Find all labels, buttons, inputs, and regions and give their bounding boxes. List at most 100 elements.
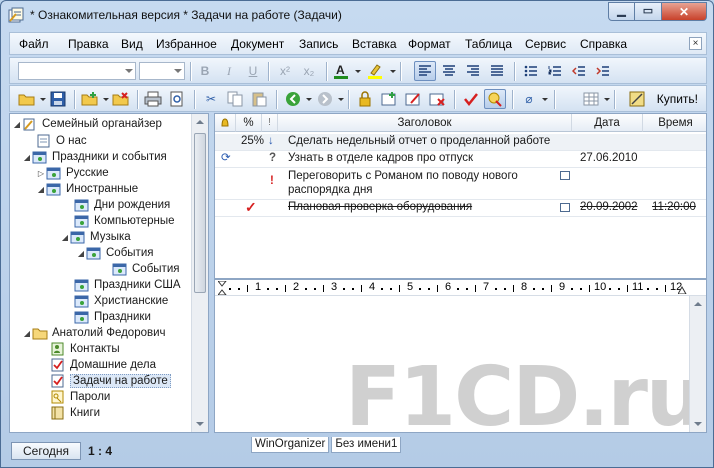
highlight-button[interactable]: [364, 61, 386, 81]
menu-edit[interactable]: Правка: [68, 37, 109, 51]
tree-item-family-organizer[interactable]: ◢ Семейный органайзер: [12, 116, 162, 132]
minimize-button[interactable]: ▁: [608, 2, 635, 21]
menu-insert[interactable]: Вставка: [352, 37, 397, 51]
print-preview-button[interactable]: [166, 89, 188, 109]
attach-button[interactable]: ⌀: [518, 89, 540, 109]
tree-item-holidays-events[interactable]: ◢ Праздники и события: [22, 149, 167, 165]
align-left-button[interactable]: [414, 61, 436, 81]
table-row[interactable]: ✓ Плановая проверка оборудования 20.09.2…: [215, 200, 706, 217]
scroll-down-icon[interactable]: [196, 422, 204, 426]
left-indent-marker-icon[interactable]: [218, 281, 227, 295]
maximize-button[interactable]: ▭: [635, 2, 662, 21]
bold-button[interactable]: B: [194, 61, 216, 81]
tree-item-foreign[interactable]: ◢ Иностранные: [36, 181, 138, 197]
col-percent[interactable]: %: [236, 114, 262, 132]
delete-task-button[interactable]: [426, 89, 448, 109]
back-button[interactable]: [282, 89, 304, 109]
scroll-down-icon[interactable]: [694, 422, 702, 426]
col-date[interactable]: Дата: [572, 114, 643, 132]
bullet-list-button[interactable]: [520, 61, 542, 81]
tree-item-usa-holidays[interactable]: Праздники США: [74, 277, 181, 293]
paste-button[interactable]: [248, 89, 270, 109]
tree-item-anatoly[interactable]: ◢ Анатолий Федорович: [22, 325, 166, 341]
table-row[interactable]: ⟳ ? Узнать в отделе кадров про отпуск 27…: [215, 151, 706, 168]
scroll-up-icon[interactable]: [694, 302, 702, 306]
tree-scrollbar[interactable]: [191, 114, 208, 432]
mark-done-button[interactable]: [460, 89, 482, 109]
indent-button[interactable]: [592, 61, 614, 81]
copy-button[interactable]: [224, 89, 246, 109]
delete-record-button[interactable]: [110, 89, 132, 109]
forward-button[interactable]: [314, 89, 336, 109]
cut-button[interactable]: ✂: [200, 89, 222, 109]
mdi-close-button[interactable]: ×: [689, 37, 702, 50]
print-button[interactable]: [142, 89, 164, 109]
font-size-combo[interactable]: [139, 62, 185, 80]
note-editor[interactable]: 1 2 3 4 5 6 7 8 9 10 11 12 F1CD.ru: [214, 279, 707, 433]
menu-record[interactable]: Запись: [299, 37, 338, 51]
table-row[interactable]: ! Переговорить с Романом по поводу новог…: [215, 168, 706, 200]
collapse-icon[interactable]: ◢: [36, 185, 46, 194]
scroll-thumb[interactable]: [194, 133, 206, 293]
tree-item-birthdays[interactable]: Дни рождения: [74, 197, 170, 213]
close-button[interactable]: ✕: [662, 2, 707, 21]
scroll-up-icon[interactable]: [196, 120, 204, 124]
reminder-button[interactable]: [484, 89, 506, 109]
collapse-icon[interactable]: ◢: [12, 120, 22, 129]
align-justify-button[interactable]: [486, 61, 508, 81]
tree-item-music[interactable]: ◢ Музыка: [60, 229, 131, 245]
col-reminder[interactable]: [215, 114, 236, 132]
collapse-icon[interactable]: ◢: [22, 329, 32, 338]
font-name-combo[interactable]: [18, 62, 136, 80]
tree-item-events[interactable]: ◢ События: [76, 245, 153, 261]
subscript-button[interactable]: x₂: [298, 61, 320, 81]
open-button[interactable]: [16, 89, 38, 109]
lock-button[interactable]: [354, 89, 376, 109]
outdent-button[interactable]: [568, 61, 590, 81]
numbered-list-button[interactable]: [544, 61, 566, 81]
menu-favorites[interactable]: Избранное: [156, 37, 217, 51]
editor-scrollbar[interactable]: [689, 296, 706, 432]
buy-button[interactable]: [626, 89, 648, 109]
collapse-icon[interactable]: ◢: [60, 233, 70, 242]
menu-format[interactable]: Формат: [408, 37, 451, 51]
table-button[interactable]: [580, 89, 602, 109]
tree-item-books[interactable]: Книги: [50, 405, 100, 421]
new-record-button[interactable]: [79, 89, 101, 109]
tree-item-work-tasks[interactable]: Задачи на работе: [50, 373, 171, 389]
edit-task-button[interactable]: [402, 89, 424, 109]
table-row[interactable]: 25% ↓ Сделать недельный отчет о проделан…: [215, 134, 706, 151]
tree-item-contacts[interactable]: Контакты: [50, 341, 120, 357]
col-title[interactable]: Заголовок: [278, 114, 572, 132]
tree-item-computer[interactable]: Компьютерные: [74, 213, 175, 229]
expand-icon[interactable]: ▷: [36, 169, 46, 178]
right-indent-marker-icon[interactable]: [678, 284, 687, 294]
tree-item-about-us[interactable]: О нас: [36, 133, 87, 149]
menu-service[interactable]: Сервис: [525, 37, 566, 51]
menu-table[interactable]: Таблица: [465, 37, 512, 51]
menu-document[interactable]: Документ: [231, 37, 284, 51]
tree-item-passwords[interactable]: Пароли: [50, 389, 110, 405]
buy-label[interactable]: Купить!: [657, 92, 698, 106]
menu-file[interactable]: Файл: [19, 37, 49, 51]
tree-item-home-chores[interactable]: Домашние дела: [50, 357, 156, 373]
today-button[interactable]: Сегодня: [11, 442, 81, 460]
font-color-button[interactable]: A: [330, 61, 352, 81]
save-button[interactable]: [47, 89, 69, 109]
tree-item-russian[interactable]: ▷ Русские: [36, 165, 109, 181]
align-center-button[interactable]: [438, 61, 460, 81]
collapse-icon[interactable]: ◢: [76, 249, 86, 258]
collapse-icon[interactable]: ◢: [22, 153, 32, 162]
menu-view[interactable]: Вид: [121, 37, 143, 51]
align-right-button[interactable]: [462, 61, 484, 81]
tree-item-christian[interactable]: Христианские: [74, 293, 168, 309]
superscript-button[interactable]: x²: [274, 61, 296, 81]
tree-item-events-sub[interactable]: События: [112, 261, 179, 277]
ruler[interactable]: 1 2 3 4 5 6 7 8 9 10 11 12: [215, 280, 706, 296]
menu-help[interactable]: Справка: [580, 37, 627, 51]
italic-button[interactable]: I: [218, 61, 240, 81]
col-time[interactable]: Время: [643, 114, 706, 132]
tree-item-holidays[interactable]: Праздники: [74, 309, 151, 325]
col-priority[interactable]: !: [262, 114, 278, 132]
add-task-button[interactable]: [378, 89, 400, 109]
